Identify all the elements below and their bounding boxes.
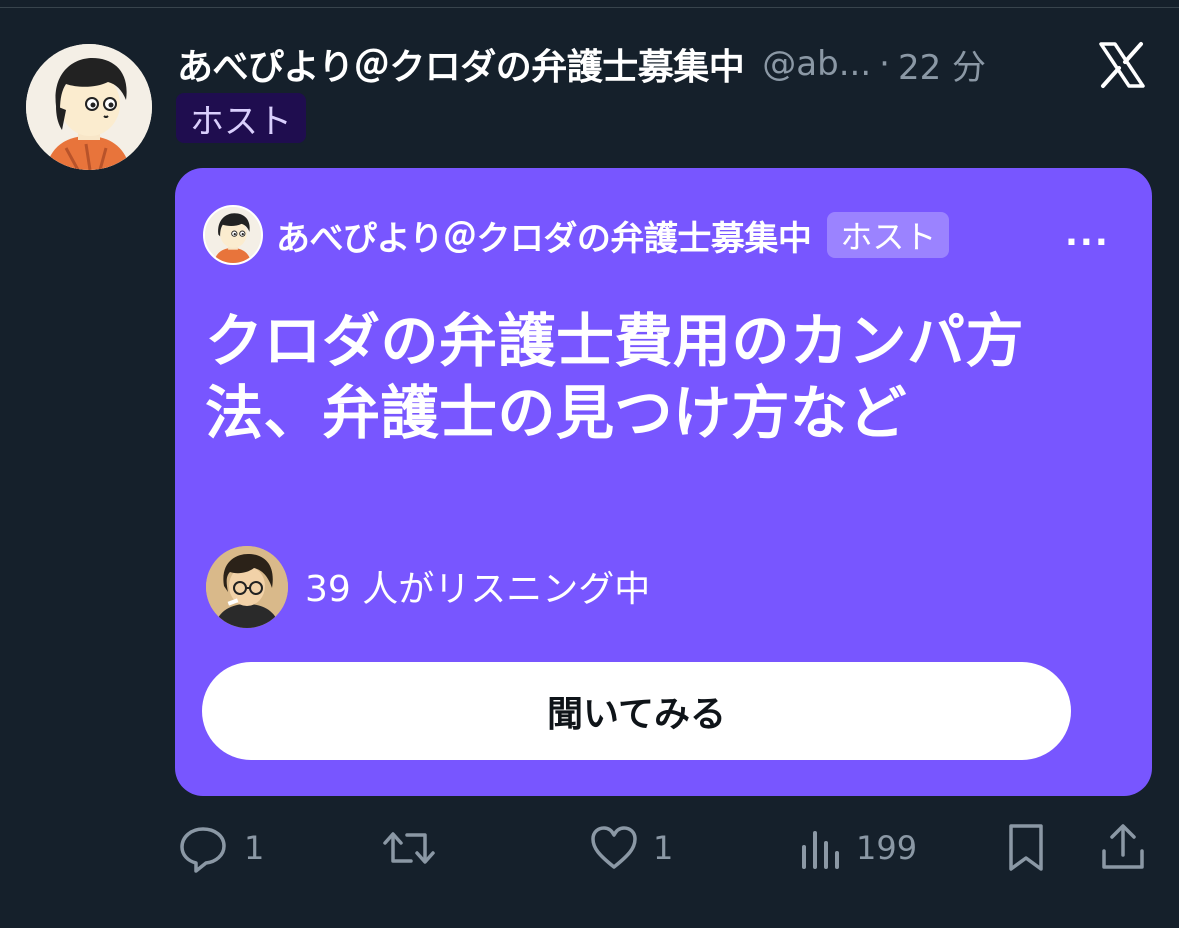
card-host-avatar xyxy=(203,205,263,265)
card-host-badge: ホスト xyxy=(827,212,950,258)
card-host-row: あべぴより＠クロダの弁護士募集中 ホスト xyxy=(276,208,950,262)
space-card[interactable]: あべぴより＠クロダの弁護士募集中 ホスト ... クロダの弁護士費用のカンパ方法… xyxy=(175,168,1152,796)
host-badge: ホスト xyxy=(176,93,306,143)
tweet[interactable]: あべぴより＠クロダの弁護士募集中 @ab... · 22 分 ホスト あべぴより… xyxy=(0,0,1179,928)
x-logo-icon[interactable] xyxy=(1097,40,1147,90)
share-icon xyxy=(1098,821,1148,875)
bookmark-icon xyxy=(1004,821,1048,875)
listener-count: 39 人がリスニング中 xyxy=(305,569,651,610)
heart-icon xyxy=(589,823,639,873)
like-button[interactable]: 1 xyxy=(589,818,673,878)
reply-count: 1 xyxy=(244,829,265,867)
space-title: クロダの弁護士費用のカンパ方法、弁護士の見つけ方など xyxy=(205,307,1025,447)
like-count: 1 xyxy=(653,829,674,867)
user-handle[interactable]: @ab... xyxy=(762,44,871,84)
card-host-name: あべぴより＠クロダの弁護士募集中 xyxy=(276,218,812,259)
reply-button[interactable]: 1 xyxy=(176,818,264,878)
display-name[interactable]: あべぴより＠クロダの弁護士募集中 xyxy=(177,38,745,90)
listener-avatar xyxy=(206,546,288,628)
bookmark-button[interactable] xyxy=(1004,818,1048,878)
timestamp[interactable]: 22 分 xyxy=(898,40,986,89)
retweet-button[interactable] xyxy=(381,818,437,878)
tweet-header: あべぴより＠クロダの弁護士募集中 @ab... · 22 分 xyxy=(177,38,1077,90)
reply-icon xyxy=(176,821,230,875)
author-avatar[interactable] xyxy=(26,44,152,170)
listen-button[interactable]: 聞いてみる xyxy=(202,662,1071,760)
retweet-icon xyxy=(381,821,437,875)
share-button[interactable] xyxy=(1098,818,1148,878)
views-icon xyxy=(798,825,842,871)
card-more-indicator: ... xyxy=(1065,214,1110,254)
separator-dot: · xyxy=(879,44,890,84)
views-count: 199 xyxy=(856,829,918,867)
action-bar: 1 1 199 xyxy=(176,818,1151,878)
views-button[interactable]: 199 xyxy=(798,818,917,878)
